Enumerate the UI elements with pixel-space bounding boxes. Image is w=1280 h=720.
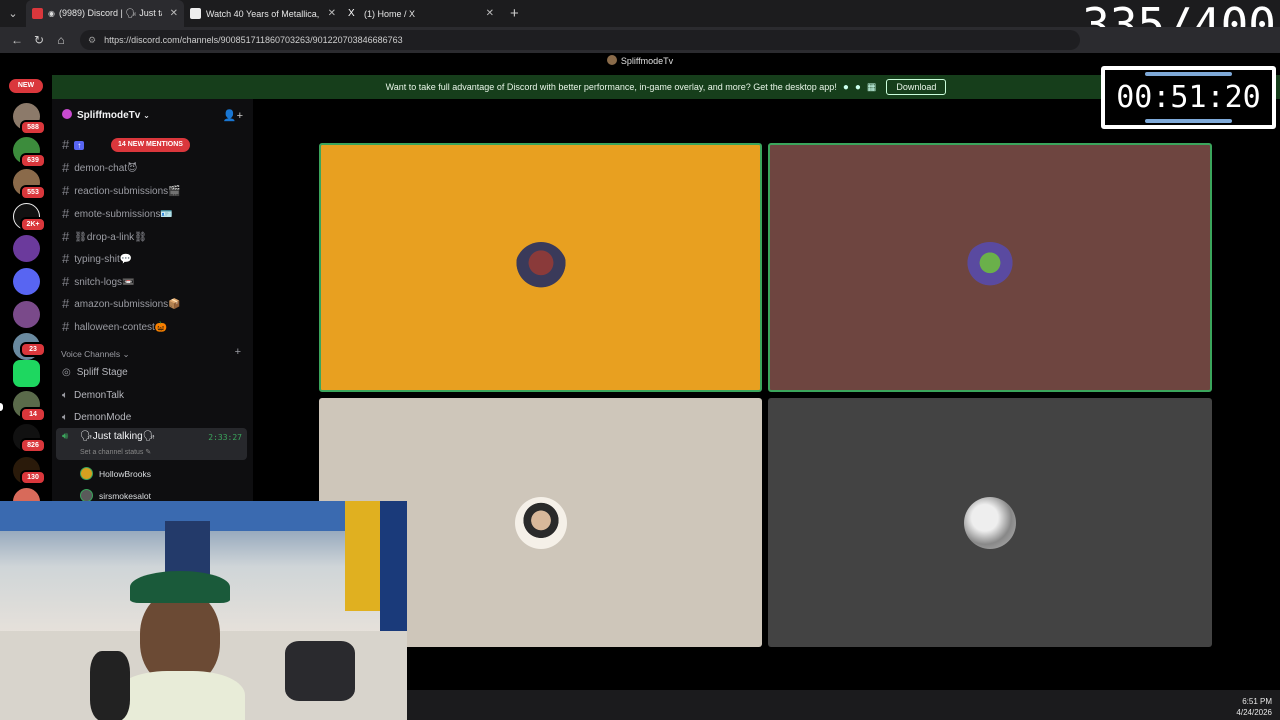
channel-item[interactable]: # ⛓drop-a-link⛓ [62, 229, 147, 244]
avatar [964, 496, 1016, 549]
stream-timer: 00:51:20 [1101, 66, 1276, 129]
apple-icon: ● [842, 81, 849, 93]
channel-item[interactable]: # amazon-submissions📦 [62, 296, 181, 311]
mention-badge: 130 [20, 470, 46, 485]
participant-tile[interactable] [768, 143, 1212, 392]
download-button[interactable]: Download [886, 79, 947, 95]
guild-icon [62, 109, 72, 119]
close-tab-icon[interactable]: ✕ [170, 8, 178, 19]
channel-item[interactable]: # reaction-submissions🎬 [62, 183, 181, 198]
timer-bar [1145, 72, 1232, 76]
server-icon[interactable] [13, 235, 40, 262]
voice-channel-name: 🗣Just talking🗣 [80, 431, 156, 442]
voice-channel[interactable]: 🔈︎ DemonMode [62, 412, 131, 423]
tab-list-chevron-icon[interactable]: ⌄ [0, 0, 26, 27]
x-logo-icon: X [348, 8, 355, 19]
tab-x[interactable]: X (1) Home / X ✕ [342, 0, 500, 27]
mention-badge: 23 [20, 342, 46, 357]
tab-title: Watch 40 Years of Metallica, Night [206, 8, 320, 19]
avatar [514, 241, 567, 294]
speaker-icon: 🔊︎ [62, 431, 69, 442]
voice-user[interactable]: HollowBrooks [80, 467, 151, 480]
mention-badge: 588 [20, 120, 46, 135]
server-icon[interactable] [13, 268, 40, 295]
participant-tile[interactable] [768, 398, 1212, 647]
speaker-icon: 🔈︎ [62, 412, 68, 423]
stage-icon: ◎ [62, 367, 71, 378]
voice-timer: 2:33:27 [208, 433, 242, 442]
channel-item[interactable]: # typing-shit💬 [62, 251, 132, 266]
home-icon[interactable]: ⌂ [50, 33, 72, 47]
avatar [514, 496, 567, 549]
active-voice-channel[interactable]: 🔊︎ 🗣Just talking🗣 2:33:27 Set a channel … [56, 428, 247, 460]
mention-badge: 2K+ [20, 217, 46, 232]
url-text: https://discord.com/channels/90085171186… [104, 35, 403, 45]
server-icon[interactable] [13, 360, 40, 387]
channel-item[interactable]: # snitch-logs📼 [62, 274, 134, 289]
mention-badge: 14 [20, 407, 46, 422]
new-tab-button[interactable]: + [510, 5, 519, 22]
taskbar [407, 690, 1280, 720]
audio-icon: ◉ [48, 9, 55, 18]
mention-badge: 826 [20, 438, 46, 453]
invite-people-icon[interactable]: 👤+ [223, 109, 243, 122]
server-icon[interactable] [13, 301, 40, 328]
back-arrow-icon[interactable]: ← [6, 33, 28, 47]
channel-item[interactable]: # ↑ [62, 137, 85, 152]
site-info-icon[interactable]: ⚙ [88, 35, 96, 46]
close-tab-icon[interactable]: ✕ [328, 8, 336, 19]
channel-status-link[interactable]: Set a channel status ✎ [80, 448, 151, 456]
timer-text: 00:51:20 [1116, 80, 1261, 115]
voice-channel[interactable]: ◎ Spliff Stage [62, 367, 128, 378]
system-clock: 6:51 PM 4/24/2026 [1236, 697, 1272, 717]
active-indicator [0, 403, 3, 411]
tab-title: (9989) Discord | 🗣 Just talking [58, 8, 162, 18]
participant-tile[interactable] [319, 143, 762, 392]
new-unreads-pill[interactable]: NEW [9, 79, 43, 93]
server-icon [606, 55, 617, 65]
voice-channel[interactable]: 🔈︎ DemonTalk [62, 390, 124, 401]
page-favicon-icon [190, 8, 201, 19]
webcam-feed [0, 501, 407, 720]
mention-badge: 639 [20, 153, 46, 168]
windows-icon: ▦ [866, 81, 877, 93]
guild-header[interactable]: SpliffmodeTv ⌄ [62, 109, 150, 121]
channel-item[interactable]: # halloween-contest🎃 [62, 319, 167, 334]
desktop-app-notice: Want to take full advantage of Discord w… [52, 75, 1280, 99]
mention-badge: 553 [20, 185, 46, 200]
avatar [80, 467, 93, 480]
new-mentions-pill[interactable]: 14 NEW MENTIONS [111, 138, 190, 152]
address-toolbar: ← ↻ ⌂ ⚙ https://discord.com/channels/900… [0, 27, 1280, 53]
timer-bar [1145, 119, 1232, 123]
speaker-icon: 🔈︎ [62, 390, 68, 401]
window-title: SpliffmodeTv [0, 55, 1280, 66]
android-icon: ● [854, 81, 861, 93]
tab-title: (1) Home / X [364, 8, 416, 19]
add-channel-icon[interactable]: + [235, 346, 241, 358]
notice-text: Want to take full advantage of Discord w… [385, 82, 837, 92]
tab-discord[interactable]: ◉ (9989) Discord | 🗣 Just talking ✕ [26, 0, 184, 27]
discord-favicon-icon [32, 8, 43, 19]
close-tab-icon[interactable]: ✕ [486, 8, 494, 19]
channel-item[interactable]: # demon-chat😈 [62, 160, 137, 175]
reload-icon[interactable]: ↻ [28, 33, 50, 47]
channel-item[interactable]: # emote-submissions🪪 [62, 206, 173, 221]
avatar [964, 241, 1016, 294]
address-bar[interactable]: ⚙ https://discord.com/channels/900851711… [80, 30, 1080, 50]
voice-category[interactable]: Voice Channels ⌄ [61, 349, 130, 360]
tab-metallica[interactable]: Watch 40 Years of Metallica, Night ✕ [184, 0, 342, 27]
